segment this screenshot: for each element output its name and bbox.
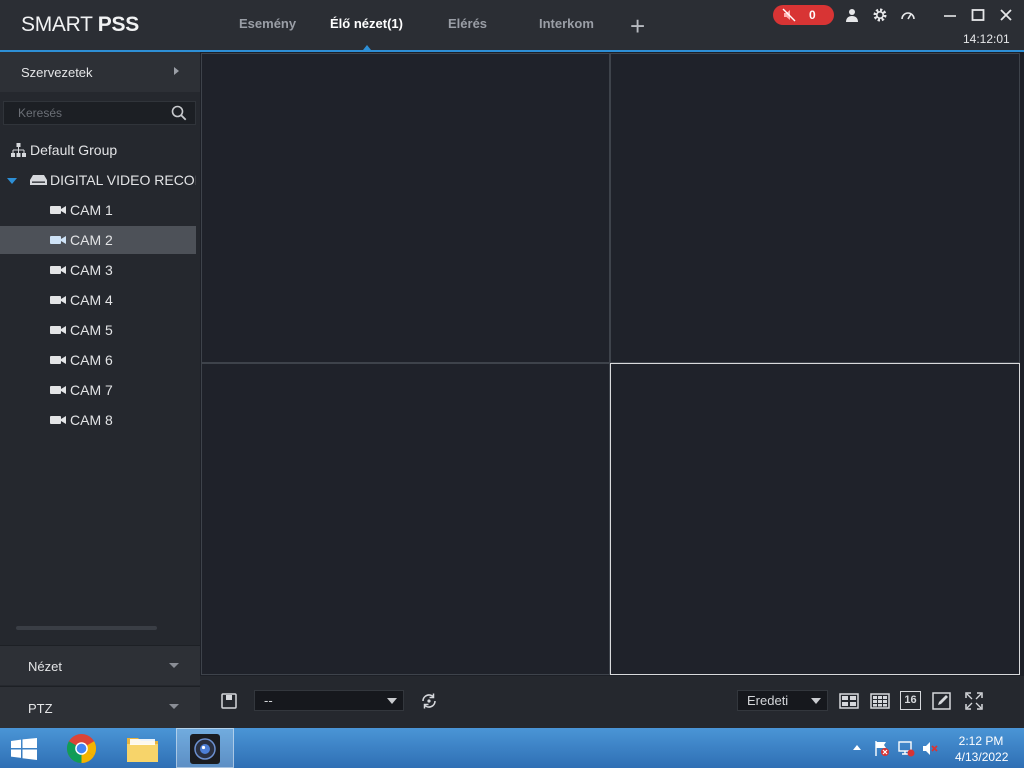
tree-camera-item[interactable]: CAM 8: [0, 406, 196, 434]
camera-label: CAM 4: [70, 292, 113, 308]
camera-label: CAM 1: [70, 202, 113, 218]
camera-label: CAM 5: [70, 322, 113, 338]
tree-device-dvr[interactable]: DIGITAL VIDEO RECORDER: [0, 166, 196, 194]
volume-muted-icon[interactable]: [922, 740, 939, 757]
dvr-icon: [30, 175, 47, 185]
minimize-icon[interactable]: [942, 7, 958, 23]
folder-icon: [127, 738, 158, 762]
chevron-right-icon: [174, 67, 179, 75]
group-label: Default Group: [30, 142, 118, 158]
tree-camera-item[interactable]: CAM 1: [0, 196, 196, 224]
video-window-1[interactable]: [201, 53, 610, 363]
organization-label: Szervezetek: [21, 65, 93, 80]
horizontal-scrollbar[interactable]: [16, 626, 157, 630]
active-tab-indicator: [363, 45, 371, 50]
camera-icon: [50, 386, 66, 394]
chrome-taskbar-button[interactable]: [53, 728, 111, 768]
tree-camera-item[interactable]: CAM 5: [0, 316, 196, 344]
tab-intercom[interactable]: Interkom: [539, 16, 594, 31]
camera-icon: [50, 266, 66, 274]
device-label: DIGITAL VIDEO RECORDER: [50, 172, 196, 188]
edit-layout-icon[interactable]: [932, 691, 952, 711]
camera-icon: [50, 296, 66, 304]
camera-icon: [50, 236, 66, 244]
file-explorer-taskbar-button[interactable]: [114, 728, 172, 768]
performance-gauge-icon[interactable]: [900, 7, 916, 23]
video-window-3[interactable]: [201, 363, 610, 675]
search-input[interactable]: [4, 102, 164, 124]
tray-clock[interactable]: 2:12 PM 4/13/2022: [955, 733, 1009, 765]
live-view-toolbar: -- Eredeti 16: [200, 676, 1024, 728]
dropdown-caret-icon: [387, 698, 397, 704]
user-icon[interactable]: [844, 7, 860, 23]
smartpss-taskbar-button[interactable]: [176, 728, 234, 768]
camera-label: CAM 6: [70, 352, 113, 368]
tree-group-default[interactable]: Default Group: [0, 136, 196, 164]
search-icon[interactable]: [171, 105, 187, 121]
alarm-badge[interactable]: 0: [773, 5, 834, 25]
chrome-icon: [66, 733, 97, 764]
aspect-ratio-value: Eredeti: [747, 693, 789, 708]
tree-camera-item[interactable]: CAM 6: [0, 346, 196, 374]
smartpss-app-icon: [190, 734, 220, 764]
video-window-2[interactable]: [610, 53, 1020, 363]
view-section-header[interactable]: Nézet: [0, 645, 200, 685]
refresh-cycle-icon[interactable]: [419, 691, 439, 711]
tree-camera-item[interactable]: CAM 3: [0, 256, 196, 284]
camera-label: CAM 8: [70, 412, 113, 428]
gear-icon[interactable]: [872, 7, 888, 23]
camera-icon: [50, 416, 66, 424]
view-select[interactable]: --: [254, 690, 404, 711]
tab-event[interactable]: Esemény: [239, 16, 296, 31]
org-tree-icon: [11, 143, 26, 157]
view-label: Nézet: [28, 659, 62, 674]
device-sidebar: Szervezetek Default Group DIGITAL VIDEO …: [0, 52, 200, 728]
camera-icon: [50, 206, 66, 214]
video-window-4[interactable]: [610, 363, 1020, 675]
tab-access[interactable]: Elérés: [448, 16, 487, 31]
fullscreen-icon[interactable]: [964, 691, 984, 711]
app-logo: SMART PSS: [21, 13, 139, 36]
mute-icon: [782, 8, 796, 22]
camera-label: CAM 3: [70, 262, 113, 278]
windows-taskbar: 2:12 PM 4/13/2022: [0, 728, 1024, 768]
tray-time: 2:12 PM: [958, 734, 1004, 748]
ptz-label: PTZ: [28, 701, 53, 716]
aspect-ratio-select[interactable]: Eredeti: [737, 690, 828, 711]
maximize-icon[interactable]: [970, 7, 986, 23]
chevron-down-icon: [169, 704, 179, 709]
tree-camera-item[interactable]: CAM 7: [0, 376, 196, 404]
camera-icon: [50, 326, 66, 334]
tree-camera-item[interactable]: CAM 4: [0, 286, 196, 314]
search-box: [3, 101, 196, 125]
close-icon[interactable]: [998, 7, 1014, 23]
windows-start-icon[interactable]: [11, 738, 37, 760]
layout-9-icon[interactable]: [870, 691, 890, 711]
clock: 14:12:01: [963, 32, 1010, 46]
title-bar: SMART PSS Esemény Élő nézet(1) Elérés In…: [0, 0, 1024, 52]
tab-live-view[interactable]: Élő nézet(1): [330, 16, 403, 31]
add-tab-icon[interactable]: +: [630, 13, 645, 39]
tray-expand-icon[interactable]: [853, 745, 861, 750]
layout-4-icon[interactable]: [839, 691, 859, 711]
expand-caret-icon[interactable]: [7, 178, 17, 184]
camera-label: CAM 7: [70, 382, 113, 398]
save-view-icon[interactable]: [219, 691, 239, 711]
action-center-flag-icon[interactable]: [873, 740, 890, 757]
view-select-value: --: [264, 693, 273, 708]
layout-16-button[interactable]: 16: [900, 691, 921, 710]
tray-date: 4/13/2022: [955, 750, 1009, 764]
dropdown-caret-icon: [811, 698, 821, 704]
alarm-count: 0: [809, 8, 816, 22]
ptz-section-header[interactable]: PTZ: [0, 686, 200, 728]
organization-header[interactable]: Szervezetek: [0, 52, 200, 92]
live-view-grid: [200, 52, 1024, 676]
network-icon[interactable]: [898, 740, 915, 757]
camera-icon: [50, 356, 66, 364]
chevron-down-icon: [169, 663, 179, 668]
tree-camera-item[interactable]: CAM 2: [0, 226, 196, 254]
camera-label: CAM 2: [70, 232, 113, 248]
